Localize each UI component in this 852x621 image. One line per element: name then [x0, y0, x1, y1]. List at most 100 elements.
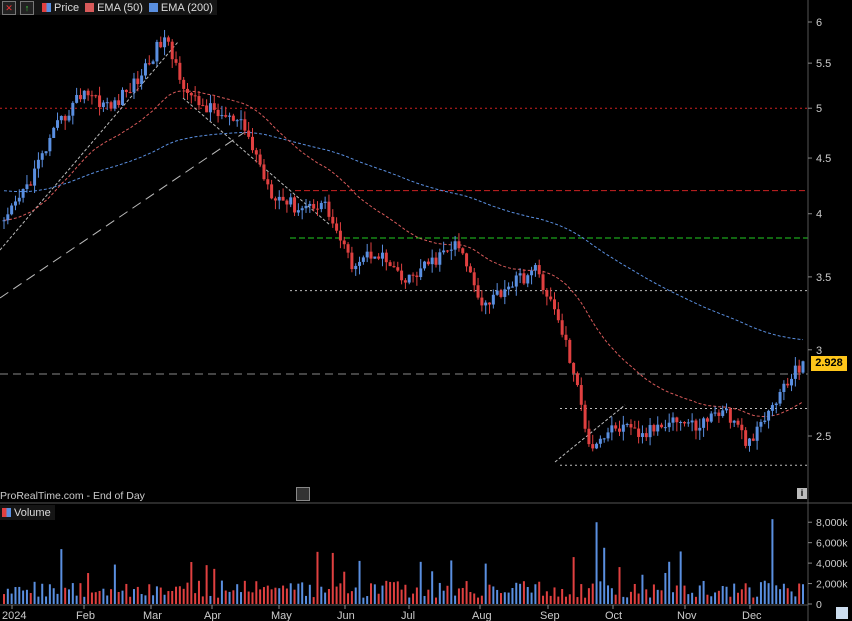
candle-body [239, 119, 243, 121]
volume-bar [167, 591, 170, 604]
volume-bar [79, 583, 82, 604]
volume-bar [633, 583, 636, 604]
volume-bar [297, 583, 300, 604]
candle-body [702, 418, 706, 428]
volume-bar [423, 595, 426, 604]
volume-bar [511, 588, 514, 604]
candle-body [323, 201, 327, 203]
volume-bar [729, 596, 732, 604]
x-tick-label: Mar [143, 610, 162, 621]
volume-bar [610, 588, 613, 604]
candle-body [327, 201, 331, 217]
y-tick-label: 4.5 [816, 153, 831, 165]
volume-bar [660, 590, 663, 604]
volume-bar [41, 583, 44, 604]
candle-body [254, 150, 258, 155]
candle-body [625, 424, 629, 426]
volume-bar [194, 593, 197, 604]
legend-ema50[interactable]: EMA (50) [85, 2, 143, 14]
volume-bar [171, 591, 174, 604]
candle-body [44, 151, 48, 154]
volume-bar [121, 590, 124, 604]
candle-body [556, 309, 560, 321]
volume-bar [737, 592, 740, 604]
volume-bar [637, 593, 640, 604]
volume-bar [763, 580, 766, 604]
volume-bar [354, 587, 357, 604]
candle-body [231, 115, 235, 121]
info-icon[interactable]: i [797, 488, 807, 499]
candle-body [449, 249, 453, 251]
volume-bar [683, 585, 686, 604]
candle-body [121, 89, 125, 106]
volume-bar [113, 564, 116, 604]
candle-body [308, 203, 312, 206]
volume-bar [316, 551, 319, 604]
candle-body [797, 365, 801, 373]
ema-path [3, 132, 804, 341]
candle-body [78, 95, 82, 100]
volume-bar [347, 593, 350, 604]
candle-body [388, 262, 392, 267]
volume-bar [197, 580, 200, 604]
candle-body [541, 274, 545, 291]
x-tick-label: Feb [76, 610, 95, 621]
x-tick-label: Dec [742, 610, 762, 621]
x-tick-label: Sep [540, 610, 560, 621]
candle-body [277, 196, 281, 201]
arrow-up-icon[interactable]: ↑ [20, 0, 34, 15]
volume-bar [675, 585, 678, 604]
volume-bar [572, 557, 575, 604]
candle-body [178, 62, 182, 80]
candle-body [763, 420, 767, 422]
price-legend: ✕ ↑ Price EMA (50) EMA (200) [0, 0, 217, 15]
legend-ema200[interactable]: EMA (200) [148, 2, 213, 14]
volume-bar [629, 591, 632, 604]
candle-body [201, 105, 205, 107]
volume-bar [305, 595, 308, 604]
volume-bar [779, 589, 782, 604]
volume-bar [381, 585, 384, 604]
volume-bar [740, 589, 743, 604]
candle-body [415, 275, 419, 278]
volume-bar [6, 588, 9, 604]
legend-price[interactable]: Price [42, 2, 79, 14]
volume-bar [236, 584, 239, 604]
candle-body [533, 265, 537, 271]
candle-body [713, 412, 717, 414]
volume-bar [649, 597, 652, 604]
volume-bar [312, 597, 315, 604]
candle-body [419, 268, 423, 278]
volume-legend[interactable]: Volume [0, 505, 55, 520]
candle-body [312, 203, 316, 209]
candle-body [610, 425, 614, 433]
volume-bar [473, 593, 476, 604]
candle-body [377, 256, 381, 259]
candle-body [522, 273, 526, 284]
candle-body [403, 280, 407, 283]
candle-body [549, 296, 553, 300]
volume-bar [664, 572, 667, 604]
volume-bar [25, 589, 28, 604]
calendar-icon[interactable] [296, 487, 310, 501]
candle-body [52, 127, 56, 138]
volume-bar [33, 581, 36, 604]
candle-body [698, 427, 702, 431]
volume-bar [438, 582, 441, 604]
candle-body [25, 184, 29, 189]
ema50-swatch-icon [85, 3, 95, 12]
y-tick-label: 4 [816, 209, 822, 221]
candle-body [728, 408, 732, 423]
volume-bar [213, 568, 216, 604]
candle-body [537, 265, 541, 275]
candle-body [484, 302, 488, 306]
close-icon[interactable]: ✕ [2, 0, 16, 15]
scroll-up-icon [836, 607, 848, 619]
candle-body [186, 88, 190, 93]
y-tick-label: 3 [816, 345, 822, 357]
volume-bar [45, 596, 48, 604]
volume-bar [599, 581, 602, 604]
candle-body [392, 266, 396, 268]
volume-bar [308, 584, 311, 604]
volume-bar [29, 592, 32, 604]
